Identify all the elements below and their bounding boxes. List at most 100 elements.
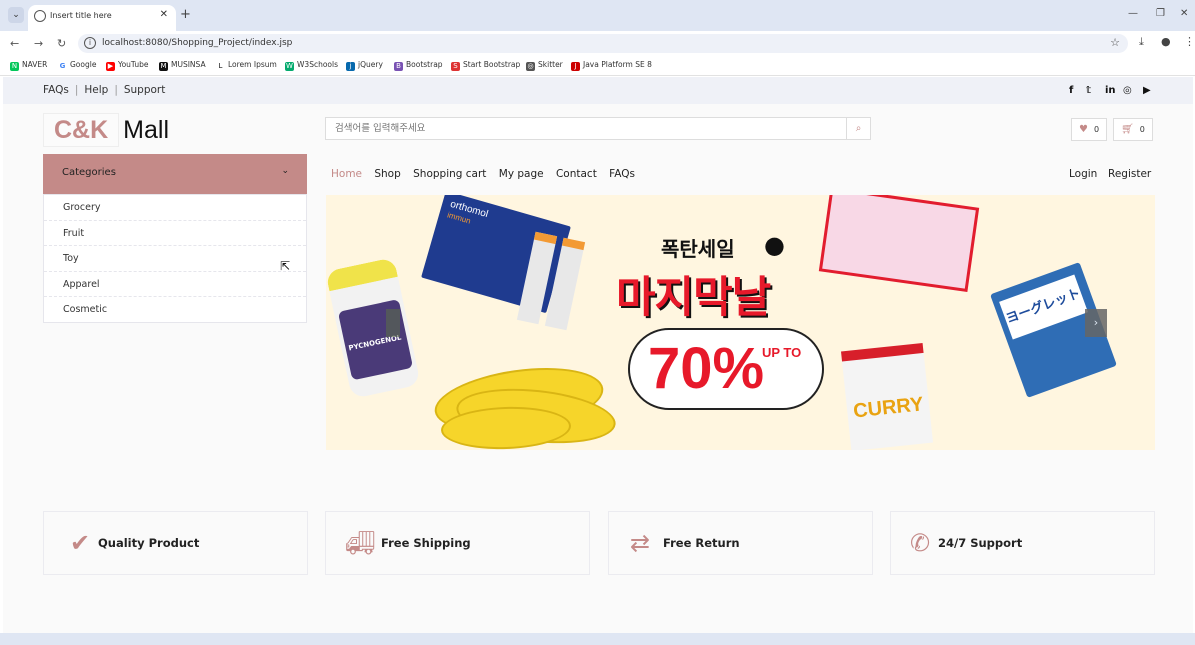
bookmark-naver[interactable]: N NAVER: [10, 60, 47, 71]
cart-button[interactable]: 🛒︎ 0: [1113, 118, 1153, 141]
candy-box-image: [818, 195, 980, 293]
truck-icon: 🚚︎: [344, 529, 376, 557]
feature-free-shipping: 🚚︎ Free Shipping: [325, 511, 590, 575]
bootstrap-icon: B: [394, 62, 403, 71]
youtube-icon[interactable]: ▶: [1143, 85, 1151, 96]
feature-label: Quality Product: [98, 536, 200, 550]
new-tab-button[interactable]: +: [180, 7, 191, 22]
browser-tab[interactable]: Insert title here ✕: [28, 5, 176, 31]
bookmarks-bar: N NAVER G Google ▶ YouTube M MUSINSA L Lorem …: [0, 56, 1195, 76]
bookmark-skitter[interactable]: ◎ Skitter: [526, 60, 563, 71]
yogurt-label: ヨーグレット: [999, 274, 1088, 340]
heart-icon: ♥: [1079, 124, 1088, 135]
web-page: FAQs|Help|Support f 𝕥 in ◎ ▶ C&KMall ⌕ ♥…: [3, 77, 1193, 633]
musinsa-icon: M: [159, 62, 168, 71]
category-grocery[interactable]: Grocery: [44, 195, 306, 221]
bookmark-youtube[interactable]: ▶ YouTube: [106, 60, 149, 71]
jquery-icon: j: [346, 62, 355, 71]
nav-contact[interactable]: Contact: [556, 168, 597, 180]
profile-icon[interactable]: ●: [1161, 35, 1171, 48]
top-link-support[interactable]: Support: [124, 84, 166, 96]
reload-button[interactable]: ↻: [57, 37, 66, 50]
download-icon[interactable]: ⤓: [1139, 35, 1144, 49]
cup-noodle-image: CURRY: [840, 342, 934, 450]
category-toy[interactable]: Toy: [44, 246, 306, 272]
banner-discount: 70%: [648, 336, 765, 401]
facebook-icon[interactable]: f: [1069, 85, 1073, 96]
nav-home[interactable]: Home: [331, 168, 362, 180]
twitter-icon[interactable]: 𝕥: [1086, 85, 1091, 96]
feature-quality-product: ✔ Quality Product: [43, 511, 308, 575]
skitter-icon: ◎: [526, 62, 535, 71]
bookmark-musinsa[interactable]: M MUSINSA: [159, 60, 206, 71]
search-input[interactable]: [326, 118, 846, 139]
bookmark-lorem-ipsum[interactable]: L Lorem Ipsum: [216, 60, 277, 71]
banner-upto: UP TO: [762, 345, 802, 360]
bookmark-w3schools[interactable]: W W3Schools: [285, 60, 338, 71]
check-icon: ✔: [69, 529, 91, 557]
bookmark-jquery[interactable]: j jQuery: [346, 60, 383, 71]
category-cosmetic[interactable]: Cosmetic: [44, 297, 306, 323]
search-icon[interactable]: ⌕: [846, 118, 870, 139]
supplement-bottle-image: PYCNOGENOL: [326, 257, 421, 399]
bookmark-bootstrap[interactable]: B Bootstrap: [394, 60, 443, 71]
promo-banner-carousel[interactable]: PYCNOGENOL orthomol immun 폭탄세일 ● 마지막날 70%…: [326, 195, 1155, 450]
close-window-button[interactable]: ✕: [1180, 8, 1188, 19]
categories-title: Categories: [62, 167, 116, 178]
exchange-icon: ⇄: [629, 529, 651, 557]
nav-faqs[interactable]: FAQs: [609, 168, 635, 180]
naver-icon: N: [10, 62, 19, 71]
nav-shopping-cart[interactable]: Shopping cart: [413, 168, 486, 180]
site-info-icon[interactable]: i: [84, 37, 96, 49]
top-link-faqs[interactable]: FAQs: [43, 84, 69, 96]
tab-search-menu-button[interactable]: ⌄: [8, 7, 24, 23]
bomb-icon: ●: [764, 231, 785, 259]
site-logo[interactable]: C&K Mall: [43, 113, 169, 147]
linkedin-icon[interactable]: in: [1105, 85, 1116, 96]
bookmark-java-platform[interactable]: J Java Platform SE 8: [571, 60, 652, 71]
window-bottom-edge: [0, 633, 1195, 645]
feature-label: 24/7 Support: [938, 536, 1023, 550]
bookmark-google[interactable]: G Google: [58, 60, 96, 71]
tab-title: Insert title here: [50, 11, 112, 20]
cart-icon: 🛒︎: [1121, 124, 1134, 135]
feature-support: ✆ 24/7 Support: [890, 511, 1155, 575]
cup-label: CURRY: [852, 393, 925, 423]
restore-button[interactable]: ❐: [1156, 8, 1165, 19]
instagram-icon[interactable]: ◎: [1123, 85, 1132, 96]
nav-shop[interactable]: Shop: [374, 168, 400, 180]
wishlist-count: 0: [1093, 125, 1100, 134]
categories-toggle[interactable]: Categories ⌄: [43, 154, 307, 194]
back-button[interactable]: ←: [10, 37, 19, 50]
login-link[interactable]: Login: [1069, 168, 1097, 180]
youtube-icon: ▶: [106, 62, 115, 71]
url-bar[interactable]: i localhost:8080/Shopping_Project/index.…: [78, 34, 1128, 53]
top-links: FAQs | Help | Support: [43, 84, 166, 96]
banner-headline: 마지막날: [616, 273, 771, 323]
top-utility-bar: FAQs | Help | Support f 𝕥 in ◎ ▶: [3, 77, 1193, 104]
slider-next-button[interactable]: ›: [1085, 309, 1107, 337]
slider-prev-button[interactable]: [386, 309, 400, 337]
globe-icon: [34, 10, 46, 22]
category-apparel[interactable]: Apparel: [44, 272, 306, 298]
google-icon: G: [58, 62, 67, 71]
lorem-ipsum-icon: L: [216, 62, 225, 71]
register-link[interactable]: Register: [1108, 168, 1151, 180]
logo-text: Mall: [123, 116, 170, 144]
wishlist-button[interactable]: ♥ 0: [1071, 118, 1108, 141]
bookmark-star-icon[interactable]: ☆: [1110, 36, 1120, 49]
forward-button[interactable]: →: [34, 37, 43, 50]
category-fruit[interactable]: Fruit: [44, 221, 306, 247]
browser-menu-icon[interactable]: ⋮: [1184, 35, 1195, 48]
banner-tagline: 폭탄세일: [661, 237, 735, 261]
bookmark-start-bootstrap[interactable]: S Start Bootstrap: [451, 60, 520, 71]
top-link-help[interactable]: Help: [84, 84, 108, 96]
minimize-button[interactable]: —: [1128, 8, 1138, 19]
feature-label: Free Shipping: [381, 536, 471, 550]
feature-label: Free Return: [663, 536, 740, 550]
tab-close-icon[interactable]: ✕: [160, 9, 168, 20]
cart-count: 0: [1139, 125, 1145, 134]
categories-list: Grocery Fruit Toy Apparel Cosmetic: [43, 194, 307, 323]
feature-free-return: ⇄ Free Return: [608, 511, 873, 575]
nav-my-page[interactable]: My page: [499, 168, 544, 180]
